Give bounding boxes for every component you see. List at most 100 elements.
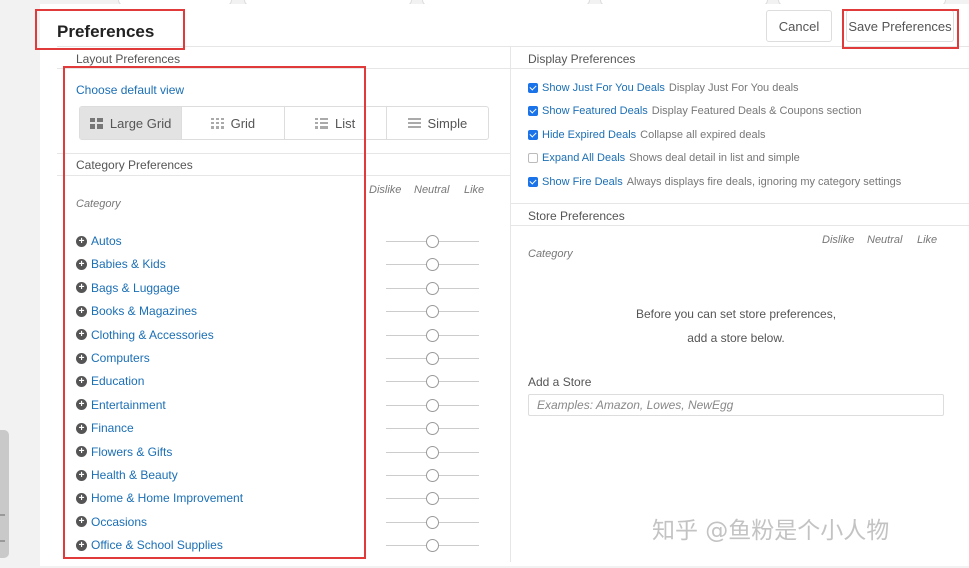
layout-preferences-header: Layout Preferences: [76, 52, 181, 66]
category-link[interactable]: Occasions: [91, 515, 147, 529]
category-row: + Home & Home Improvement: [76, 491, 243, 505]
slider-knob[interactable]: [426, 305, 439, 319]
display-option-checkbox[interactable]: [528, 106, 538, 117]
slider-knob[interactable]: [426, 258, 439, 272]
expand-plus-icon[interactable]: +: [76, 352, 87, 364]
category-row: + Education: [76, 374, 144, 388]
category-row: + Entertainment: [76, 398, 166, 412]
display-header-divider: [511, 68, 969, 69]
display-option-checkbox[interactable]: [528, 176, 538, 187]
category-link[interactable]: Bags & Luggage: [91, 281, 180, 295]
category-row: + Bags & Luggage: [76, 281, 180, 295]
slider-knob[interactable]: [426, 445, 439, 459]
display-option-label[interactable]: Show Fire Deals: [542, 176, 623, 188]
display-option-label[interactable]: Show Just For You Deals: [542, 82, 665, 94]
category-preference-slider[interactable]: [386, 422, 479, 436]
cancel-button[interactable]: Cancel: [766, 10, 832, 42]
slider-knob[interactable]: [426, 398, 439, 412]
display-option-checkbox[interactable]: [528, 153, 538, 164]
display-option-description: Display Featured Deals & Coupons section: [651, 105, 862, 118]
slider-knob[interactable]: [426, 469, 439, 482]
category-preferences-header: Category Preferences: [76, 158, 193, 172]
display-option-checkbox[interactable]: [528, 83, 538, 93]
list-icon: [315, 117, 328, 129]
category-row: + Clothing & Accessories: [76, 328, 214, 342]
category-link[interactable]: Health & Beauty: [91, 468, 178, 482]
store-dislike-col-header: Dislike: [822, 234, 855, 246]
expand-plus-icon[interactable]: +: [76, 422, 87, 434]
slider-knob[interactable]: [426, 515, 439, 529]
store-preferences-header: Store Preferences: [528, 209, 625, 223]
display-option-checkbox[interactable]: [528, 129, 538, 140]
view-grid-button[interactable]: Grid: [182, 107, 285, 139]
save-preferences-button[interactable]: Save Preferences: [846, 10, 954, 42]
store-like-col-header: Like: [917, 234, 938, 246]
display-option-label[interactable]: Show Featured Deals: [542, 105, 648, 117]
expand-plus-icon[interactable]: +: [76, 446, 87, 458]
view-label: Simple: [427, 115, 468, 131]
add-store-label: Add a Store: [528, 375, 592, 389]
slider-knob[interactable]: [426, 492, 439, 506]
category-preference-slider[interactable]: [386, 539, 479, 553]
slider-knob[interactable]: [426, 328, 439, 342]
store-empty-message-line1: Before you can set store preferences,: [635, 307, 837, 321]
category-link[interactable]: Autos: [91, 234, 122, 248]
slider-knob[interactable]: [426, 422, 439, 436]
slider-knob[interactable]: [426, 235, 439, 248]
expand-plus-icon[interactable]: +: [76, 375, 87, 387]
display-option: Hide Expired Deals Collapse all expired d…: [528, 129, 766, 141]
category-link[interactable]: Finance: [91, 421, 134, 435]
expand-plus-icon[interactable]: +: [76, 492, 87, 504]
display-option: Show Fire Deals Always displays fire deal…: [528, 176, 901, 188]
slider-knob[interactable]: [426, 375, 439, 389]
category-row: + Health & Beauty: [76, 468, 178, 482]
category-link[interactable]: Entertainment: [91, 398, 166, 412]
expand-plus-icon[interactable]: +: [76, 399, 87, 411]
category-preference-slider[interactable]: [386, 305, 479, 319]
slider-knob[interactable]: [426, 281, 439, 295]
view-large-grid-button[interactable]: Large Grid: [80, 107, 183, 139]
category-preference-slider[interactable]: [386, 398, 479, 412]
view-label: Grid: [230, 115, 256, 131]
category-preference-slider[interactable]: [386, 235, 479, 248]
display-option: Show Just For You Deals Display Just For …: [528, 82, 799, 94]
expand-plus-icon[interactable]: +: [76, 539, 87, 551]
display-option-label[interactable]: Hide Expired Deals: [542, 129, 636, 141]
category-link[interactable]: Books & Magazines: [91, 304, 197, 318]
expand-plus-icon[interactable]: +: [76, 305, 87, 317]
view-list-button[interactable]: List: [285, 107, 387, 139]
expand-plus-icon[interactable]: +: [76, 516, 87, 528]
expand-plus-icon[interactable]: +: [76, 282, 87, 294]
category-preference-slider[interactable]: [386, 352, 479, 365]
expand-plus-icon[interactable]: +: [76, 235, 87, 247]
view-selector: Large Grid Grid List Simple: [79, 106, 489, 140]
category-link[interactable]: Home & Home Improvement: [91, 491, 243, 505]
category-header-divider: [57, 175, 510, 176]
category-preference-slider[interactable]: [386, 445, 479, 459]
category-link[interactable]: Computers: [91, 351, 150, 365]
large-grid-icon: [89, 117, 103, 129]
category-preference-slider[interactable]: [386, 258, 479, 272]
category-preference-slider[interactable]: [386, 469, 479, 482]
category-link[interactable]: Flowers & Gifts: [91, 445, 172, 459]
category-preference-slider[interactable]: [386, 515, 479, 529]
display-option-label[interactable]: Expand All Deals: [542, 152, 625, 164]
category-link[interactable]: Babies & Kids: [91, 257, 166, 271]
category-link[interactable]: Education: [91, 374, 144, 388]
slider-knob[interactable]: [426, 539, 439, 553]
category-preference-slider[interactable]: [386, 375, 479, 389]
category-link[interactable]: Clothing & Accessories: [91, 328, 214, 342]
category-preference-slider[interactable]: [386, 328, 479, 342]
side-panel-handle[interactable]: [0, 430, 9, 558]
category-preference-slider[interactable]: [386, 492, 479, 506]
expand-plus-icon[interactable]: +: [76, 469, 87, 481]
expand-plus-icon[interactable]: +: [76, 258, 87, 270]
category-row: + Books & Magazines: [76, 304, 197, 318]
slider-knob[interactable]: [426, 352, 439, 365]
expand-plus-icon[interactable]: +: [76, 329, 87, 341]
view-simple-button[interactable]: Simple: [387, 107, 488, 139]
add-store-input[interactable]: [528, 394, 944, 416]
display-option-description: Display Just For You deals: [668, 82, 799, 94]
category-link[interactable]: Office & School Supplies: [91, 538, 223, 552]
category-preference-slider[interactable]: [386, 281, 479, 295]
